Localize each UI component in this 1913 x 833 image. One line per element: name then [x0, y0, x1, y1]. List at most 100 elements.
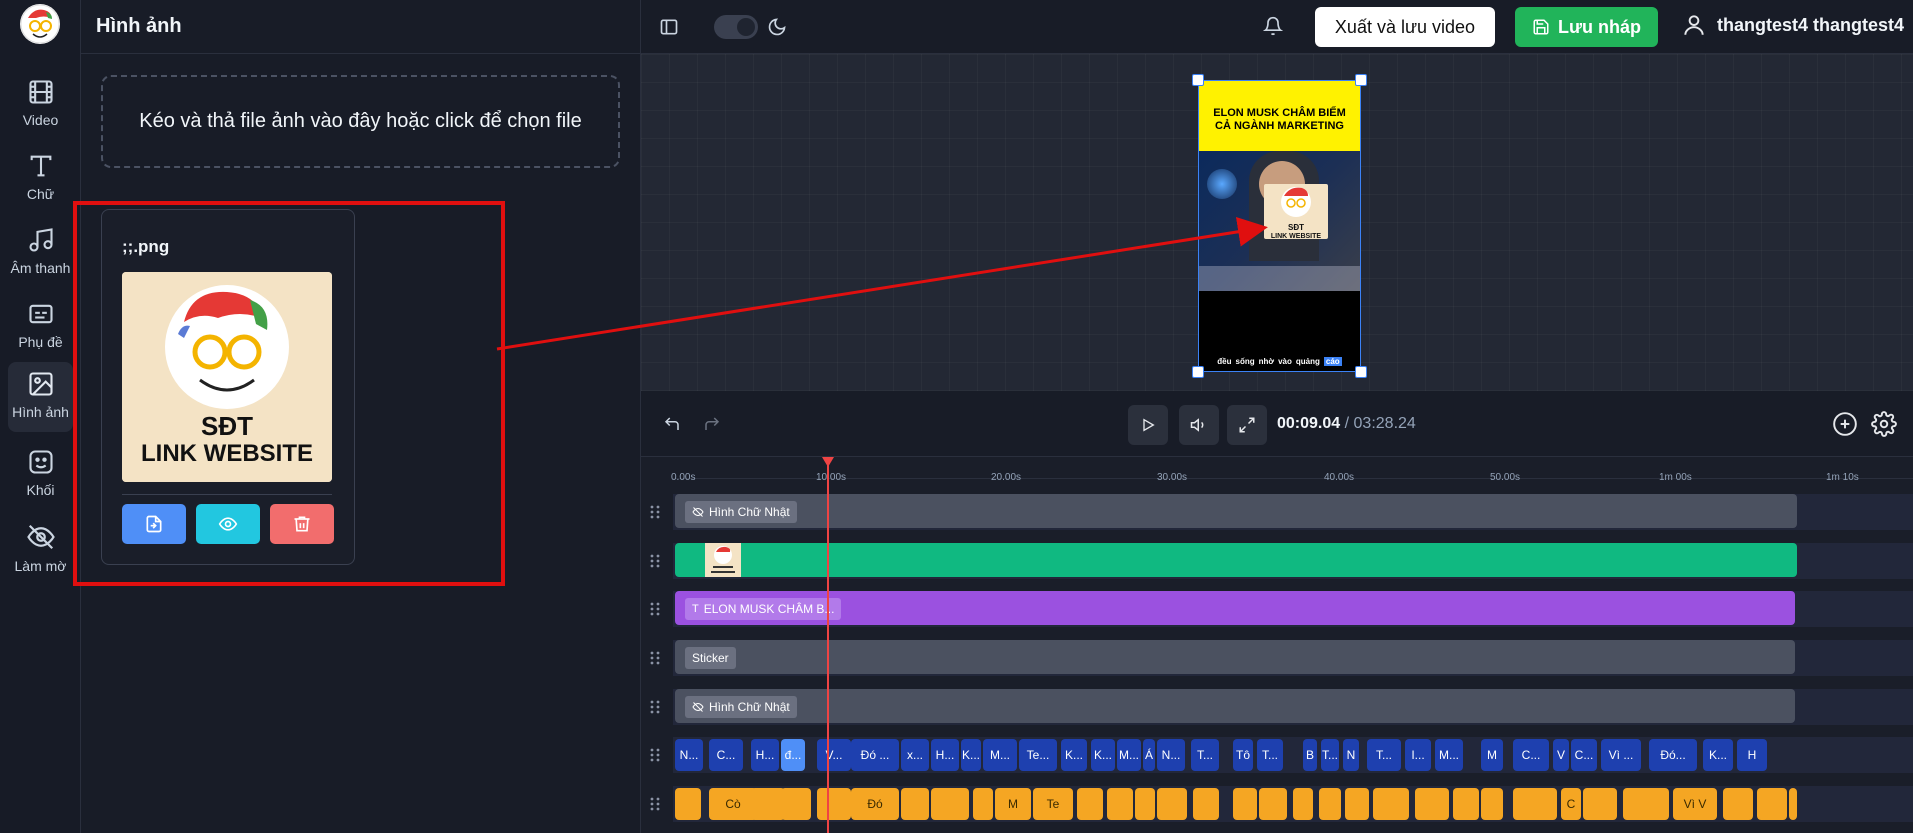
- subtitle-clip[interactable]: x...: [901, 739, 929, 771]
- video-preview-canvas[interactable]: ELON MUSK CHÂM BIẾM CẢ NGÀNH MARKETING S…: [1192, 74, 1367, 378]
- time-ruler[interactable]: 0.00s 10.00s 20.00s 30.00s 40.00s 50.00s…: [671, 457, 1913, 483]
- add-track-icon[interactable]: [1832, 411, 1858, 437]
- subtitle-clip[interactable]: T...: [1257, 739, 1283, 771]
- nav-video[interactable]: Video: [0, 70, 81, 140]
- audio-clip[interactable]: [1135, 788, 1155, 820]
- audio-clip[interactable]: Vì V: [1673, 788, 1717, 820]
- playhead[interactable]: [827, 457, 829, 833]
- audio-clip[interactable]: Đó: [851, 788, 899, 820]
- audio-clip[interactable]: [1107, 788, 1133, 820]
- subtitle-clip[interactable]: N...: [675, 739, 703, 771]
- subtitle-clip[interactable]: T...: [1191, 739, 1219, 771]
- preview-subtitle[interactable]: đều sống nhờ vào quảng cáo: [1199, 351, 1360, 371]
- audio-clip[interactable]: M: [995, 788, 1031, 820]
- drag-handle-icon[interactable]: [649, 747, 661, 763]
- subtitle-clip[interactable]: V: [1553, 739, 1569, 771]
- audio-clip[interactable]: [781, 788, 811, 820]
- subtitle-clip[interactable]: K...: [1703, 739, 1733, 771]
- subtitle-clip[interactable]: V...: [817, 739, 851, 771]
- subtitle-clip[interactable]: Á: [1143, 739, 1155, 771]
- audio-clip[interactable]: [901, 788, 929, 820]
- nav-subtitles[interactable]: Phụ đề: [0, 292, 81, 362]
- audio-clip[interactable]: [931, 788, 969, 820]
- image-bar[interactable]: [675, 543, 1797, 577]
- app-logo[interactable]: [20, 4, 60, 44]
- audio-clip[interactable]: [1259, 788, 1287, 820]
- subtitle-clip[interactable]: H...: [751, 739, 779, 771]
- nav-audio[interactable]: Âm thanh: [0, 218, 81, 288]
- bell-icon[interactable]: [1263, 16, 1283, 36]
- subtitle-clip[interactable]: Đó...: [1649, 739, 1697, 771]
- drag-handle-icon[interactable]: [649, 699, 661, 715]
- settings-icon[interactable]: [1871, 411, 1897, 437]
- subtitle-clip[interactable]: C...: [709, 739, 743, 771]
- subtitle-clip[interactable]: C...: [1513, 739, 1549, 771]
- subtitle-clip[interactable]: K...: [1061, 739, 1087, 771]
- volume-button[interactable]: [1179, 405, 1219, 445]
- preview-video-frame[interactable]: SĐT LINK WEBSITE: [1199, 151, 1360, 291]
- subtitle-clip[interactable]: đ...: [781, 739, 805, 771]
- shape-bar[interactable]: Hình Chữ Nhật: [675, 689, 1795, 723]
- subtitle-clip[interactable]: K...: [961, 739, 981, 771]
- subtitle-clip[interactable]: H: [1737, 739, 1767, 771]
- audio-clip[interactable]: [1481, 788, 1503, 820]
- image-dropzone[interactable]: Kéo và thả file ảnh vào đây hoặc click đ…: [101, 75, 620, 168]
- subtitle-clip[interactable]: M...: [1117, 739, 1141, 771]
- drag-handle-icon[interactable]: [649, 601, 661, 617]
- play-button[interactable]: [1128, 405, 1168, 445]
- overlay-image[interactable]: SĐT LINK WEBSITE: [1264, 184, 1328, 240]
- nav-blur[interactable]: Làm mờ: [0, 514, 81, 584]
- save-draft-button[interactable]: Lưu nháp: [1515, 7, 1658, 47]
- audio-clip[interactable]: [1623, 788, 1669, 820]
- audio-clip[interactable]: [1453, 788, 1479, 820]
- sticker-bar[interactable]: Sticker: [675, 640, 1795, 674]
- audio-clip[interactable]: [1723, 788, 1753, 820]
- subtitle-clip[interactable]: Tô: [1233, 739, 1253, 771]
- audio-clip[interactable]: [973, 788, 993, 820]
- subtitle-clip[interactable]: N: [1343, 739, 1359, 771]
- subtitle-clip[interactable]: Te...: [1019, 739, 1057, 771]
- resize-handle-br[interactable]: [1355, 366, 1367, 378]
- subtitle-clip[interactable]: I...: [1405, 739, 1431, 771]
- subtitle-clip[interactable]: Đó ...: [851, 739, 899, 771]
- subtitle-clip[interactable]: M: [1481, 739, 1503, 771]
- audio-clip[interactable]: [1789, 788, 1797, 820]
- audio-clip[interactable]: C: [1561, 788, 1581, 820]
- subtitle-clip[interactable]: H...: [931, 739, 959, 771]
- subtitle-clip[interactable]: N...: [1157, 739, 1185, 771]
- sidebar-toggle-icon[interactable]: [659, 17, 679, 37]
- subtitle-clip[interactable]: T...: [1367, 739, 1401, 771]
- nav-blocks[interactable]: Khối: [0, 440, 81, 510]
- audio-clip[interactable]: [1757, 788, 1787, 820]
- drag-handle-icon[interactable]: [649, 650, 661, 666]
- subtitle-clip[interactable]: B: [1303, 739, 1317, 771]
- subtitle-clip[interactable]: M...: [983, 739, 1017, 771]
- audio-clip[interactable]: Cò: [709, 788, 757, 820]
- audio-clip[interactable]: [817, 788, 851, 820]
- redo-icon[interactable]: [703, 415, 721, 433]
- audio-clip[interactable]: [1513, 788, 1557, 820]
- resize-handle-tl[interactable]: [1192, 74, 1204, 86]
- audio-clip[interactable]: [1415, 788, 1449, 820]
- shape-bar[interactable]: Hình Chữ Nhật: [675, 494, 1797, 528]
- audio-clip[interactable]: [1345, 788, 1369, 820]
- undo-icon[interactable]: [663, 415, 681, 433]
- theme-toggle[interactable]: [714, 15, 758, 39]
- text-bar[interactable]: T ELON MUSK CHÂM B...: [675, 591, 1795, 625]
- audio-clip[interactable]: [675, 788, 701, 820]
- resize-handle-bl[interactable]: [1192, 366, 1204, 378]
- drag-handle-icon[interactable]: [649, 553, 661, 569]
- audio-clip[interactable]: [1583, 788, 1617, 820]
- nav-text[interactable]: Chữ: [0, 144, 81, 214]
- audio-clip[interactable]: [1233, 788, 1257, 820]
- subtitle-clip[interactable]: M...: [1435, 739, 1463, 771]
- fullscreen-button[interactable]: [1227, 405, 1267, 445]
- preview-banner[interactable]: ELON MUSK CHÂM BIẾM CẢ NGÀNH MARKETING: [1199, 81, 1360, 151]
- subtitle-clip[interactable]: T...: [1321, 739, 1339, 771]
- audio-clip[interactable]: [1293, 788, 1313, 820]
- subtitle-clip[interactable]: K...: [1091, 739, 1115, 771]
- audio-clip[interactable]: [751, 788, 785, 820]
- audio-clip[interactable]: [1373, 788, 1409, 820]
- nav-images[interactable]: Hình ảnh: [8, 362, 73, 432]
- user-menu[interactable]: thangtest4 thangtest4: [1681, 12, 1904, 38]
